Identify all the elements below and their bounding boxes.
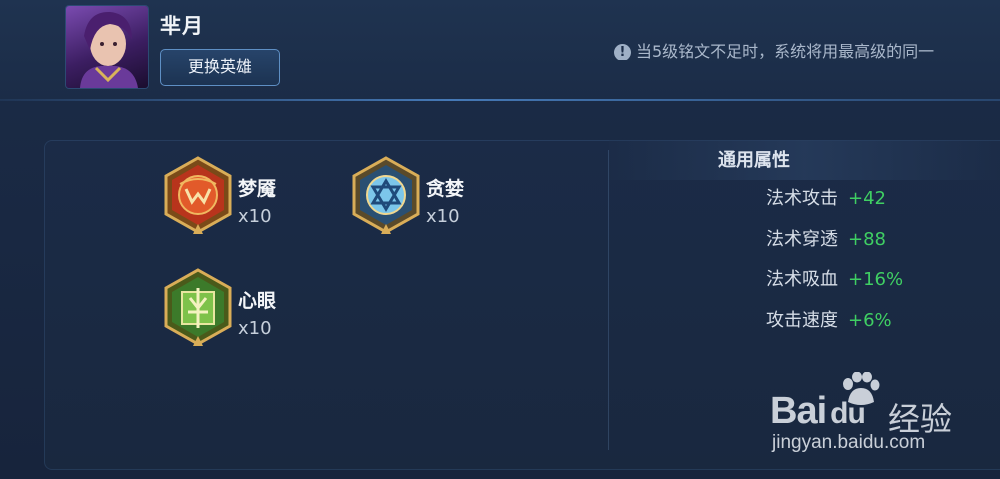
attribute-row: 攻击速度 +6% [766,306,892,331]
attribute-label: 攻击速度 [766,310,838,331]
notice-text: 当5级铭文不足时，系统将用最高级的同一 [636,42,935,60]
baidu-logo: Bai du [770,390,866,432]
hero-name: 芈月 [160,14,204,38]
attribute-row: 法术攻击 +42 [766,184,886,209]
info-icon: ! [614,44,631,60]
attribute-label: 法术攻击 [766,188,838,209]
rune-blue-icon [352,156,420,234]
rune-item-mengyan[interactable]: 梦魇 x10 [164,156,364,236]
attribute-value: +16% [848,269,904,290]
change-hero-button[interactable]: 更换英雄 [160,49,280,86]
rune-count: x10 [238,318,272,339]
rune-count: x10 [238,206,272,227]
rune-red-icon [164,156,232,234]
rune-item-tanlan[interactable]: 贪婪 x10 [352,156,552,236]
attribute-value: +6% [848,310,892,331]
attributes-title-text: 通用属性 [718,150,790,171]
baidu-url: jingyan.baidu.com [772,432,926,453]
notice-text-row: ! 当5级铭文不足时，系统将用最高级的同一 [614,38,1000,60]
attribute-value: +88 [848,229,886,250]
attribute-row: 法术穿透 +88 [766,225,886,250]
rune-item-xinyan[interactable]: 心眼 x10 [164,268,364,348]
attribute-value: +42 [848,188,886,209]
panel-divider [608,150,609,450]
rune-name: 心眼 [238,290,277,312]
attribute-label: 法术吸血 [766,269,838,290]
hero-avatar[interactable] [66,6,148,88]
attribute-row: 法术吸血 +16% [766,265,904,290]
rune-green-icon [164,268,232,346]
rune-count: x10 [426,206,460,227]
attribute-label: 法术穿透 [766,229,838,250]
attributes-title: 通用属性 [610,146,1000,172]
rune-name: 梦魇 [238,178,277,200]
rune-name: 贪婪 [426,178,465,200]
baidu-watermark: Bai du 经验 jingyan.baidu.com [770,372,1000,462]
header-divider [0,99,1000,101]
